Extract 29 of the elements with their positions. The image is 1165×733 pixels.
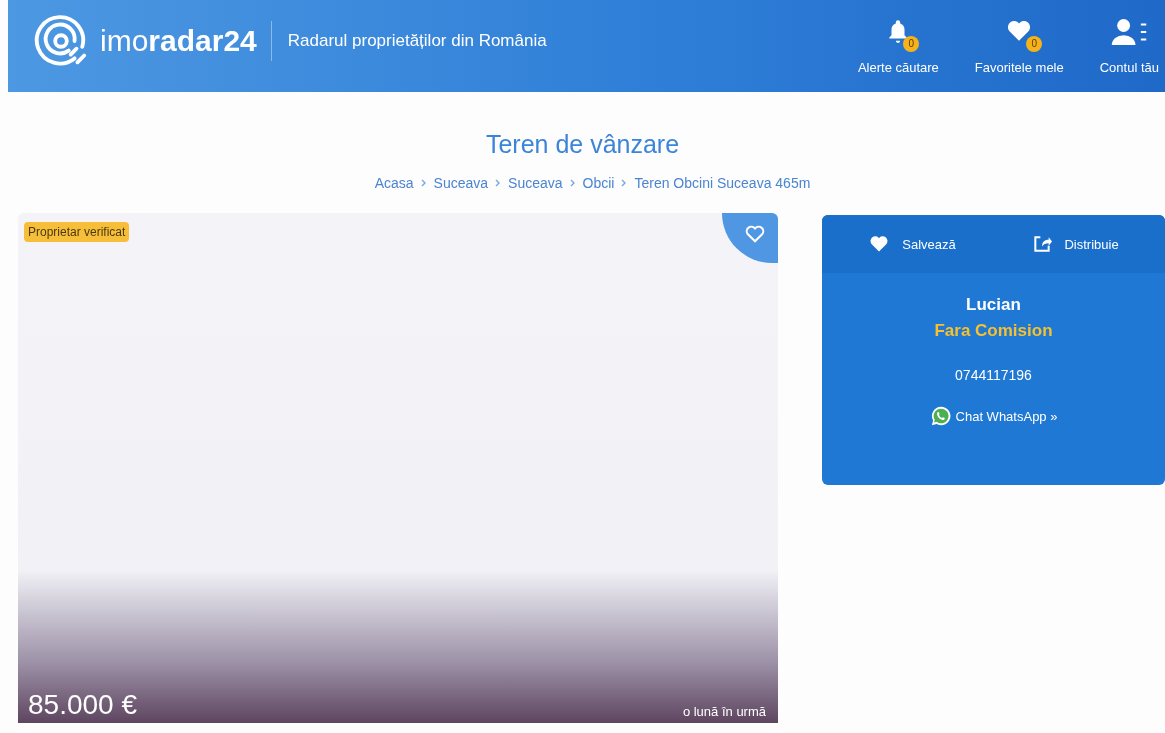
chevron-icon [569,179,576,187]
breadcrumb-link[interactable]: Teren Obcini Suceava 465m [634,175,811,191]
action-button[interactable]: Distribuie [1026,233,1125,255]
share-icon [1032,234,1053,254]
verified-badge: Proprietar verificat [24,222,130,242]
breadcrumb-link[interactable]: Obcii [582,175,615,191]
heart-outline-icon [744,223,766,245]
site-tagline: Radarul proprietăților din România [286,31,547,51]
chevron-icon [621,179,628,187]
chat-bubble-icon [929,405,952,427]
chevron-icon [420,179,427,187]
breadcrumb-link[interactable]: Acasa [374,175,414,191]
posted-time: o lună în urmă [682,704,766,721]
nav-link[interactable]: Contul tău [1099,17,1159,75]
count-badge: 0 [903,35,920,52]
agent-name: Lucian [966,295,1021,315]
count-badge: 0 [1026,35,1043,52]
listing-price: 85.000 € [28,689,137,722]
commission-note: Fara Comision [934,321,1053,341]
breadcrumb-link[interactable]: Suceava [433,175,489,191]
nav-link[interactable]: 0 Favoritele mele [974,17,1064,75]
action-button[interactable]: Salvează [862,233,962,255]
nav-link[interactable]: 0 Alerte căutare [857,17,939,75]
chevron-icon [495,179,502,187]
page-title: Teren de vânzare [484,130,681,159]
breadcrumb-link[interactable]: Suceava [508,175,563,191]
phone-link[interactable]: 0744117196 [955,367,1032,383]
site-logo[interactable]: imoradar24 [100,21,272,61]
whatsapp-link[interactable]: Chat WhatsApp » [929,405,1058,427]
